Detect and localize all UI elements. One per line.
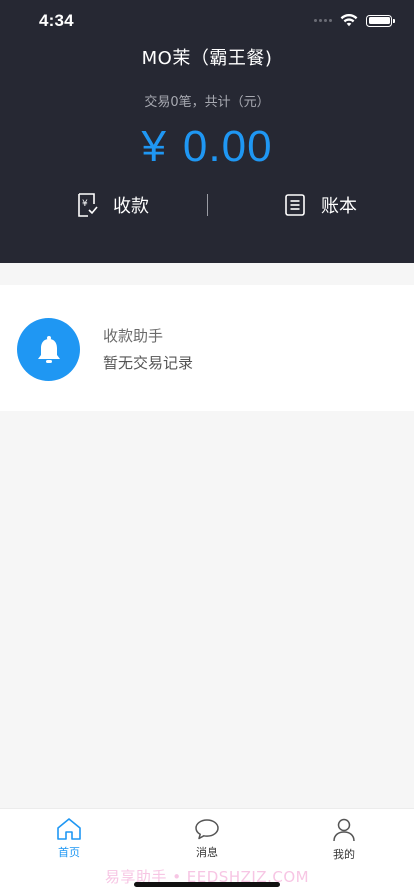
- person-icon: [333, 818, 355, 842]
- status-bar: 4:34: [0, 0, 414, 44]
- home-icon: [57, 818, 81, 840]
- bell-badge: [17, 318, 80, 381]
- tab-home-label: 首页: [58, 846, 80, 859]
- payment-assistant-card[interactable]: 收款助手 暂无交易记录: [0, 285, 414, 411]
- tab-profile[interactable]: 我的: [304, 817, 384, 862]
- chat-bubble-icon: [195, 819, 219, 840]
- status-time: 4:34: [39, 11, 74, 30]
- home-indicator: [134, 882, 280, 887]
- wifi-icon: [340, 14, 358, 27]
- header-panel: 4:34 MO茉（霸王餐) 交易0笔，共计（元） ¥0.00 ¥ 收款 账本: [0, 0, 414, 263]
- cellular-signal-icon: [314, 19, 332, 22]
- collect-payment-label: 收款: [113, 196, 149, 217]
- bell-icon: [37, 335, 60, 363]
- ledger-label: 账本: [321, 196, 357, 217]
- collect-payment-button[interactable]: ¥ 收款: [75, 188, 149, 222]
- action-divider: [207, 194, 208, 216]
- total-amount: ¥0.00: [0, 122, 414, 172]
- tab-home[interactable]: 首页: [29, 817, 109, 860]
- tab-messages-label: 消息: [196, 846, 218, 859]
- currency-symbol: ¥: [141, 122, 167, 171]
- tab-messages[interactable]: 消息: [167, 817, 247, 860]
- receipt-yen-icon: ¥: [78, 193, 98, 217]
- action-row: ¥ 收款 账本: [0, 188, 414, 222]
- card-title: 收款助手: [103, 327, 164, 345]
- store-name: MO茉（霸王餐): [141, 48, 273, 69]
- status-icons: [314, 14, 395, 27]
- ledger-button[interactable]: 账本: [283, 188, 357, 222]
- card-subtitle: 暂无交易记录: [103, 354, 194, 372]
- tab-profile-label: 我的: [333, 848, 355, 861]
- battery-icon: [366, 14, 395, 27]
- transaction-summary: 交易0笔，共计（元）: [144, 95, 270, 110]
- svg-text:¥: ¥: [82, 199, 88, 209]
- ledger-icon: [285, 194, 305, 216]
- amount-value: 0.00: [182, 122, 273, 171]
